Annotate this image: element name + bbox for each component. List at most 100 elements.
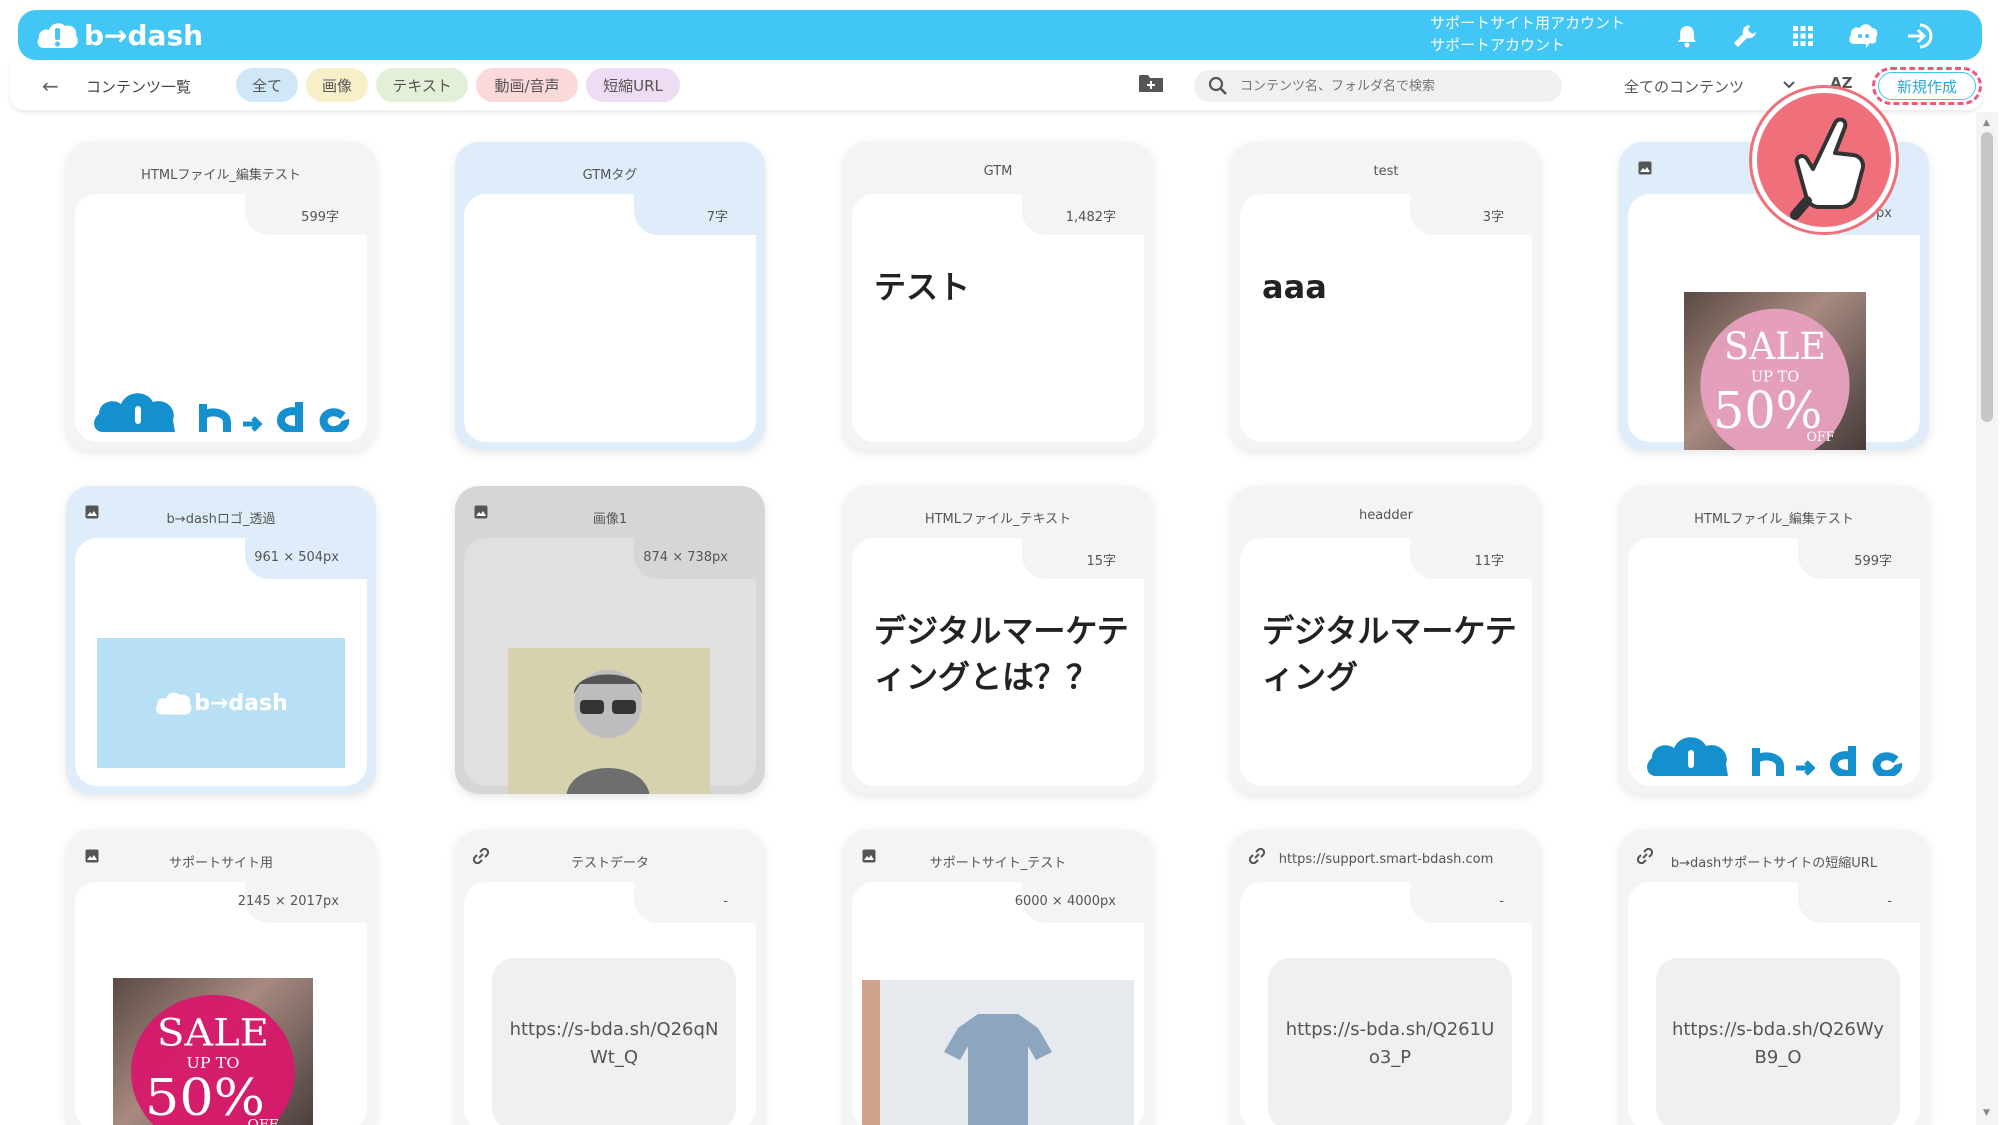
card-folder: 7字 bbox=[464, 193, 764, 442]
card-folder: - https://s-bda.sh/Q26WyB9_O bbox=[1628, 881, 1928, 1125]
card-meta: 961 × 504px bbox=[254, 550, 339, 565]
card-folder: 2145 × 2017px SALE UP TO 50% OFF bbox=[75, 881, 375, 1125]
back-arrow-icon[interactable]: ← bbox=[42, 74, 59, 98]
text-preview: デジタルマーケティング bbox=[1262, 612, 1517, 696]
content-card[interactable]: サポートサイト_テスト 6000 × 4000px bbox=[843, 830, 1153, 1125]
scroll-down-icon[interactable]: ▼ bbox=[1983, 1108, 1990, 1118]
card-folder: 961 × 504px b→dash bbox=[75, 537, 375, 786]
content-card[interactable]: headder 11字 デジタルマーケティング bbox=[1231, 486, 1541, 794]
card-title: b→dashサポートサイトの短縮URL bbox=[1670, 856, 1878, 871]
logout-icon[interactable] bbox=[1906, 21, 1936, 51]
content-card[interactable]: テストデータ - https://s-bda.sh/Q26qNWt_Q bbox=[455, 830, 765, 1125]
card-meta: - bbox=[723, 894, 728, 909]
app-logo[interactable]: b→dash bbox=[36, 16, 203, 54]
tab-all[interactable]: 全て bbox=[236, 68, 298, 102]
content-card[interactable]: HTMLファイル_編集テスト 599字 bbox=[1619, 486, 1929, 794]
top-header: b→dash サポートサイト用アカウント サポートアカウント bbox=[18, 10, 1982, 60]
card-folder: 1,482字 テスト bbox=[852, 193, 1152, 442]
card-title: サポートサイト_テスト bbox=[929, 856, 1067, 871]
content-card[interactable]: 画像1 874 × 738px bbox=[455, 486, 765, 794]
url-preview: https://s-bda.sh/Q26qNWt_Q bbox=[492, 958, 736, 1125]
card-meta: 3字 bbox=[1482, 210, 1504, 225]
search-icon bbox=[1208, 76, 1228, 100]
card-title: test bbox=[1373, 164, 1399, 179]
tab-text[interactable]: テキスト bbox=[376, 68, 468, 102]
breadcrumb: コンテンツ一覧 bbox=[86, 78, 192, 96]
avatar-image-preview bbox=[508, 648, 710, 794]
sale-image-preview: SALE UP TO 50% OFF bbox=[113, 978, 313, 1125]
card-meta: 11字 bbox=[1474, 554, 1504, 569]
card-folder: 3字 aaa bbox=[1240, 193, 1540, 442]
card-title: HTMLファイル_テキスト bbox=[924, 512, 1072, 527]
card-title: HTMLファイル_編集テスト bbox=[1694, 512, 1854, 527]
content-card[interactable]: https://support.smart-bdash.com - https:… bbox=[1231, 830, 1541, 1125]
card-meta: 599字 bbox=[1854, 554, 1892, 569]
svg-text:OFF: OFF bbox=[248, 1117, 279, 1125]
card-title: https://support.smart-bdash.com bbox=[1278, 852, 1494, 867]
card-folder: 599字 bbox=[75, 193, 375, 442]
url-preview: https://s-bda.sh/Q26WyB9_O bbox=[1656, 958, 1900, 1125]
logo-cloud-icon bbox=[37, 23, 78, 48]
card-title: テストデータ bbox=[570, 856, 649, 871]
card-meta: 2145 × 2017px bbox=[237, 894, 339, 909]
account-name: サポートサイト用アカウント bbox=[1430, 14, 1626, 32]
tab-short-url[interactable]: 短縮URL bbox=[586, 68, 680, 102]
svg-text:SALE: SALE bbox=[1724, 325, 1826, 368]
search-box bbox=[1194, 70, 1562, 102]
url-preview: https://s-bda.sh/Q261Uo3_P bbox=[1268, 958, 1512, 1125]
new-folder-icon[interactable] bbox=[1138, 72, 1164, 98]
scrollbar-thumb[interactable] bbox=[1981, 132, 1993, 422]
logo-text: b→dash bbox=[84, 18, 204, 52]
card-meta: - bbox=[1887, 894, 1892, 909]
bell-icon[interactable] bbox=[1672, 21, 1702, 51]
card-title: 画像1 bbox=[592, 512, 628, 527]
pointer-hand-icon bbox=[1752, 88, 1896, 232]
card-title: headder bbox=[1358, 508, 1414, 523]
account-info[interactable]: サポートサイト用アカウント サポートアカウント bbox=[1430, 12, 1625, 56]
chevron-down-icon bbox=[1783, 81, 1795, 89]
card-meta: - bbox=[1499, 894, 1504, 909]
bdash-logo-preview bbox=[1647, 737, 1903, 776]
tab-video-audio[interactable]: 動画/音声 bbox=[476, 68, 578, 102]
content-card[interactable]: test 3字 aaa bbox=[1231, 142, 1541, 450]
card-folder: 599字 bbox=[1628, 537, 1928, 786]
card-meta: 7字 bbox=[706, 210, 728, 225]
card-folder: 874 × 738px bbox=[464, 537, 764, 794]
card-title: HTMLファイル_編集テスト bbox=[141, 168, 301, 183]
card-title: サポートサイト用 bbox=[168, 856, 273, 871]
content-card[interactable]: HTMLファイル_編集テスト 599字 bbox=[66, 142, 376, 450]
content-card[interactable]: HTMLファイル_テキスト 15字 デジタルマーケティングとは？？ bbox=[843, 486, 1153, 794]
tshirt-image-preview bbox=[862, 980, 1134, 1125]
text-preview: テスト bbox=[874, 268, 971, 306]
card-meta: 874 × 738px bbox=[643, 550, 728, 565]
content-card[interactable]: b→dashサポートサイトの短縮URL - https://s-bda.sh/Q… bbox=[1619, 830, 1929, 1125]
chat-bot-icon[interactable] bbox=[1848, 21, 1878, 51]
wrench-icon[interactable] bbox=[1730, 21, 1760, 51]
card-folder: - https://s-bda.sh/Q26qNWt_Q bbox=[464, 881, 764, 1125]
card-title: b→dashロゴ_透過 bbox=[166, 512, 276, 527]
content-card[interactable]: GTM 1,482字 テスト bbox=[843, 142, 1153, 450]
card-title: GTMタグ bbox=[582, 168, 638, 183]
sale-image-preview: SALE UP TO 50% OFF bbox=[1684, 292, 1866, 450]
card-meta: 599字 bbox=[301, 210, 339, 225]
card-folder: - https://s-bda.sh/Q261Uo3_P bbox=[1240, 881, 1540, 1125]
grid-icon[interactable] bbox=[1788, 21, 1818, 51]
filter-value: 全てのコンテンツ bbox=[1624, 77, 1745, 96]
scrollbar[interactable]: ▲ ▼ bbox=[1976, 112, 1998, 1125]
card-folder: 6000 × 4000px bbox=[852, 881, 1152, 1125]
card-folder: 15字 デジタルマーケティングとは？？ bbox=[852, 537, 1152, 786]
account-user: サポートアカウント bbox=[1430, 36, 1566, 54]
text-preview: aaa bbox=[1262, 268, 1327, 306]
content-toolbar: ← コンテンツ一覧 全て 画像 テキスト 動画/音声 短縮URL 全てのコンテン… bbox=[10, 62, 1982, 110]
card-meta: 6000 × 4000px bbox=[1014, 894, 1116, 909]
card-folder: 11字 デジタルマーケティング bbox=[1240, 537, 1540, 786]
content-card[interactable]: サポートサイト用 2145 × 2017px SALE UP TO 50% OF… bbox=[66, 830, 376, 1125]
text-preview: デジタルマーケティングとは？？ bbox=[874, 612, 1129, 696]
bdash-logo-preview bbox=[94, 393, 350, 432]
search-input[interactable] bbox=[1240, 75, 1540, 97]
card-title: GTM bbox=[983, 164, 1013, 179]
content-card[interactable]: GTMタグ 7字 bbox=[455, 142, 765, 450]
content-card[interactable]: b→dashロゴ_透過 961 × 504px b→dash bbox=[66, 486, 376, 794]
scroll-up-icon[interactable]: ▲ bbox=[1983, 118, 1990, 128]
tab-image[interactable]: 画像 bbox=[306, 68, 368, 102]
